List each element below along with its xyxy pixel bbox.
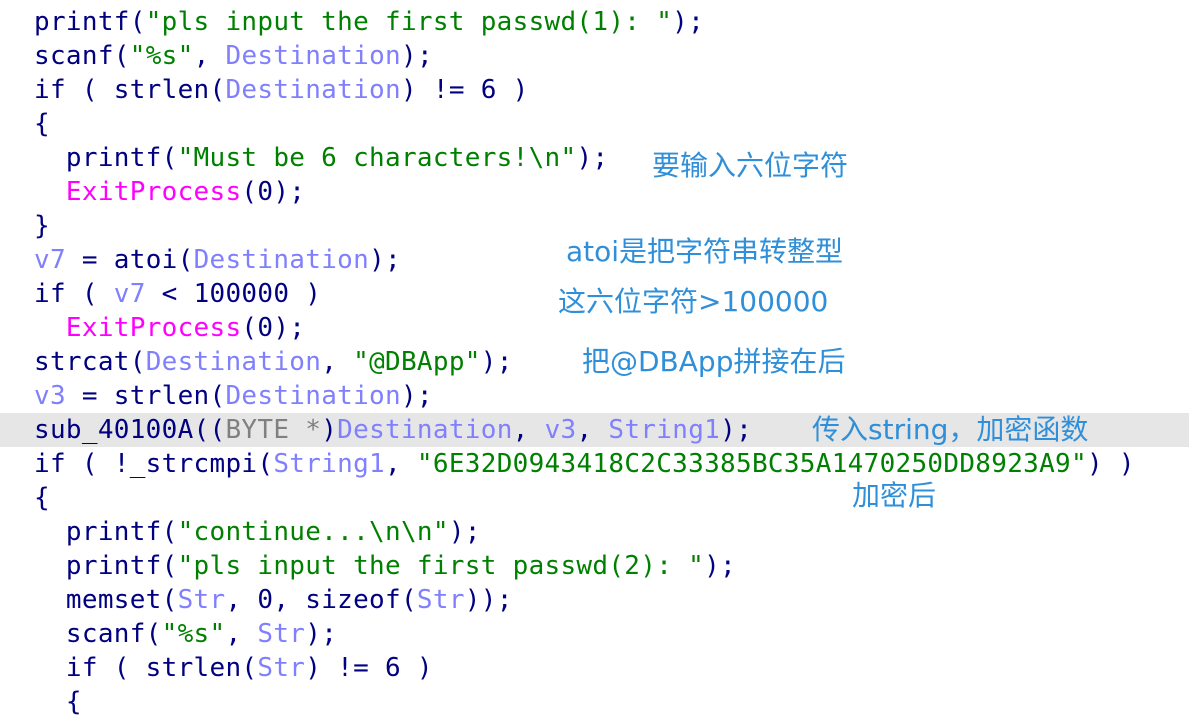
code-token-plain: ) != 6 ) <box>305 653 433 683</box>
code-token-plain: scanf( <box>34 41 130 71</box>
code-token-plain: { <box>34 483 50 513</box>
code-token-str: "continue...\n\n" <box>177 517 449 547</box>
code-token-plain: ); <box>576 143 609 173</box>
code-line[interactable]: printf("pls input the first passwd(1): "… <box>0 5 1189 39</box>
code-token-plain: < 100000 ) <box>145 279 322 309</box>
code-token-plain: , <box>225 619 258 649</box>
code-token-var: Destination <box>225 381 401 411</box>
code-token-plain: (0); <box>241 177 306 207</box>
code-token-plain: ) ) <box>1086 449 1135 479</box>
code-token-var: Destination <box>337 415 513 445</box>
code-token-var: String1 <box>608 415 721 445</box>
code-token-str: "%s" <box>161 619 226 649</box>
annotation-concat: 把@DBApp拼接在后 <box>582 345 846 378</box>
annotation-atoi: atoi是把字符串转整型 <box>566 235 844 268</box>
code-token-plain: ) <box>321 415 338 445</box>
code-token-plain: (0); <box>241 313 306 343</box>
code-token-plain: sub_40100A(( <box>34 415 226 445</box>
code-token-var: Destination <box>145 347 322 377</box>
code-line[interactable]: if ( strlen(Destination) != 6 ) <box>0 73 1189 107</box>
code-token-plain: printf( <box>34 517 178 547</box>
code-line[interactable]: v3 = strlen(Destination); <box>0 379 1189 413</box>
code-token-var: Str <box>416 585 465 615</box>
code-token-exit: ExitProcess <box>65 177 242 207</box>
code-token-var: Destination <box>225 75 401 105</box>
code-token-plain: ); <box>672 7 705 37</box>
code-token-var: Str <box>257 653 306 683</box>
code-token-plain: ); <box>448 517 481 547</box>
code-token-var: String1 <box>273 449 385 479</box>
code-token-plain: if ( strlen( <box>34 653 258 683</box>
code-token-plain: if ( strlen( <box>34 75 226 105</box>
code-token-plain: printf( <box>34 7 146 37</box>
code-token-plain: , <box>193 41 226 71</box>
code-token-plain: } <box>34 211 50 241</box>
code-token-var: v7 <box>34 245 66 275</box>
annotation-after-encrypt: 加密后 <box>852 479 937 512</box>
code-line[interactable]: { <box>0 107 1189 141</box>
code-token-var: v7 <box>113 279 146 309</box>
code-line[interactable]: if ( strlen(Str) != 6 ) <box>0 651 1189 685</box>
code-token-plain: )); <box>464 585 513 615</box>
code-token-plain: if ( <box>34 279 114 309</box>
code-token-plain: ); <box>400 41 433 71</box>
code-token-plain: printf( <box>34 551 178 581</box>
code-line[interactable]: printf("Must be 6 characters!\n"); <box>0 141 1189 175</box>
code-token-plain: ); <box>704 551 736 581</box>
code-token-plain: ); <box>720 415 753 445</box>
code-token-plain: = atoi( <box>65 245 194 275</box>
code-line[interactable]: memset(Str, 0, sizeof(Str)); <box>0 583 1189 617</box>
code-token-plain: , 0, sizeof( <box>225 585 417 615</box>
code-line[interactable]: printf("pls input the first passwd(2): "… <box>0 549 1189 583</box>
code-token-plain: { <box>34 109 50 139</box>
code-token-str: "pls input the first passwd(1): " <box>145 7 673 37</box>
code-token-plain: ); <box>480 347 513 377</box>
code-token-plain: memset( <box>34 585 178 615</box>
code-token-plain: printf( <box>34 143 178 173</box>
code-token-plain: scanf( <box>34 619 162 649</box>
code-token-plain: ); <box>400 381 433 411</box>
code-token-var: Str <box>177 585 226 615</box>
code-line[interactable]: { <box>0 481 1189 515</box>
code-line[interactable]: printf("continue...\n\n"); <box>0 515 1189 549</box>
code-line[interactable]: scanf("%s", Destination); <box>0 39 1189 73</box>
code-token-str: "pls input the first passwd(2): " <box>177 551 705 581</box>
code-token-plain: if ( !_strcmpi( <box>34 449 274 479</box>
code-token-plain: ); <box>369 245 401 275</box>
code-line[interactable]: { <box>0 685 1189 719</box>
annotation-greater-than: 这六位字符>100000 <box>558 285 829 318</box>
code-token-var: Destination <box>225 41 401 71</box>
code-token-str: "%s" <box>129 41 194 71</box>
code-token-plain: ) != 6 ) <box>400 75 529 105</box>
annotation-six-chars: 要输入六位字符 <box>652 149 849 182</box>
code-line[interactable]: if ( !_strcmpi(String1, "6E32D0943418C2C… <box>0 447 1189 481</box>
code-token-str: "@DBApp" <box>353 347 481 377</box>
code-token-plain: { <box>34 687 82 717</box>
code-token-str: "Must be 6 characters!\n" <box>177 143 577 173</box>
code-token-plain: , <box>512 415 545 445</box>
code-line[interactable]: ExitProcess(0); <box>0 175 1189 209</box>
code-token-exit: ExitProcess <box>65 313 242 343</box>
code-token-var: v3 <box>544 415 577 445</box>
code-token-plain: = strlen( <box>65 381 226 411</box>
code-token-plain: , <box>576 415 609 445</box>
code-token-var: v3 <box>34 381 66 411</box>
code-token-plain: ); <box>305 619 338 649</box>
code-token-var: Str <box>257 619 306 649</box>
code-token-plain: , <box>321 347 354 377</box>
code-token-plain: strcat( <box>34 347 146 377</box>
code-token-str: "6E32D0943418C2C33385BC35A1470250DD8923A… <box>416 449 1087 479</box>
code-token-plain: , <box>385 449 417 479</box>
code-token-var: Destination <box>193 245 370 275</box>
code-line[interactable]: scanf("%s", Str); <box>0 617 1189 651</box>
annotation-encrypt: 传入string，加密函数 <box>812 413 1089 446</box>
code-token-type: BYTE * <box>225 415 322 445</box>
